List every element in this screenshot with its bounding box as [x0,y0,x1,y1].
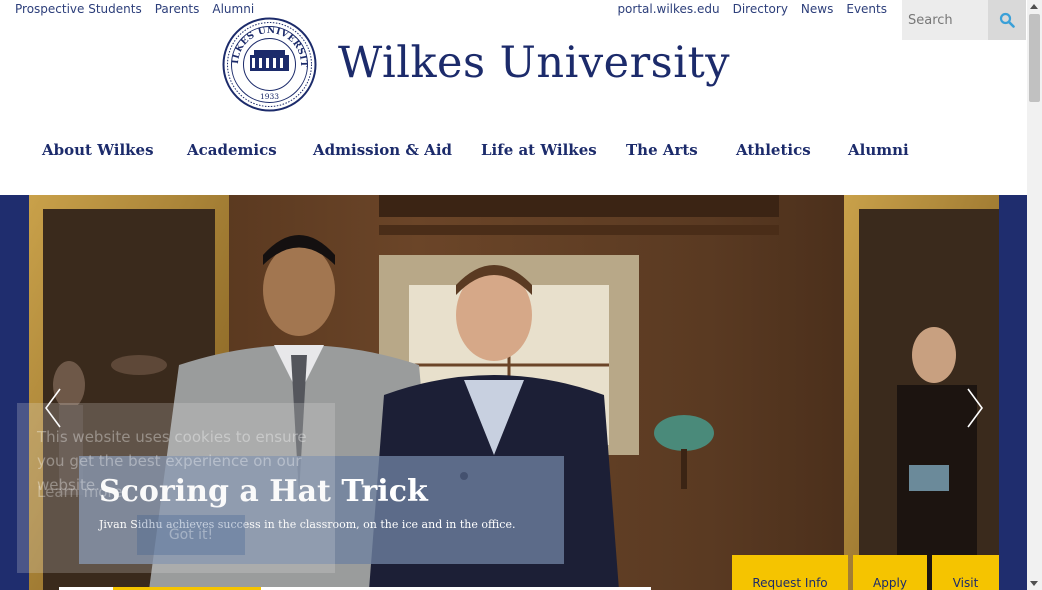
nav-alumni[interactable]: Alumni [848,141,909,159]
scroll-thumb[interactable] [1029,14,1040,102]
apply-button[interactable]: Apply [853,555,927,590]
cookie-notice: This website uses cookies to ensure you … [17,403,335,573]
search-icon [999,12,1015,28]
utility-link-events[interactable]: Events [846,2,887,16]
nav-athletics[interactable]: Athletics [736,141,811,159]
scroll-up-arrow-icon[interactable] [1030,4,1038,9]
nav-the-arts[interactable]: The Arts [626,141,698,159]
utility-link-directory[interactable]: Directory [733,2,788,16]
university-wordmark[interactable]: Wilkes University [338,38,730,88]
scroll-down-arrow-icon[interactable] [1030,581,1038,586]
request-info-button[interactable]: Request Info [732,555,848,590]
nav-academics[interactable]: Academics [187,141,277,159]
search-box [902,0,1026,40]
search-input[interactable] [902,0,988,40]
page-scrollbar[interactable] [1027,0,1042,590]
utility-link-news[interactable]: News [801,2,833,16]
svg-text:1933: 1933 [260,92,279,101]
search-button[interactable] [988,0,1026,40]
cookie-learn-more-link[interactable]: Learn more [37,483,123,501]
hero-carousel: Scoring a Hat Trick Jivan Sidhu achieves… [0,195,1027,590]
utility-link-alumni[interactable]: Alumni [212,2,254,16]
utility-link-portal[interactable]: portal.wilkes.edu [617,2,719,16]
nav-life-at-wilkes[interactable]: Life at Wilkes [481,141,597,159]
utility-link-parents[interactable]: Parents [155,2,200,16]
utility-nav-left: Prospective Students Parents Alumni [15,2,254,16]
nav-admission-aid[interactable]: Admission & Aid [313,141,452,159]
carousel-dot[interactable] [460,472,468,480]
cookie-accept-button[interactable]: Got it! [137,515,245,555]
utility-link-prospective-students[interactable]: Prospective Students [15,2,142,16]
visit-button[interactable]: Visit [932,555,999,590]
university-seal-logo[interactable]: WILKES UNIVERSITY 1933 [222,17,317,112]
nav-about-wilkes[interactable]: About Wilkes [42,141,154,159]
carousel-next-arrow-icon[interactable] [958,385,988,431]
utility-nav-right: portal.wilkes.edu Directory News Events [617,2,887,16]
